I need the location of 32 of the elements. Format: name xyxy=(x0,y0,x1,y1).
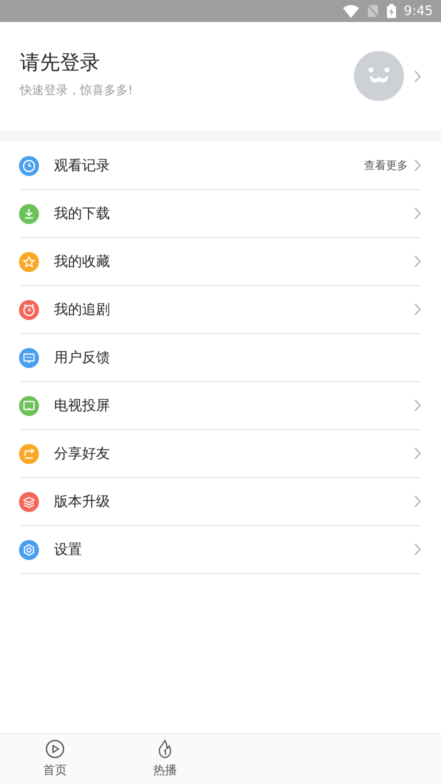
menu-label: 电视投屏 xyxy=(54,396,111,414)
wifi-icon xyxy=(342,4,359,18)
menu-item[interactable]: 我的收藏 xyxy=(20,238,421,286)
menu-item[interactable]: 版本升级 xyxy=(20,478,421,526)
menu-item[interactable]: 我的追剧 xyxy=(20,286,421,334)
menu-item[interactable]: 用户反馈 xyxy=(20,334,421,382)
avatar[interactable] xyxy=(354,51,404,101)
login-title[interactable]: 请先登录 xyxy=(20,49,354,76)
menu-item[interactable]: 电视投屏 xyxy=(20,382,421,430)
play-icon xyxy=(45,739,65,759)
battery-icon xyxy=(386,4,396,18)
login-subtitle: 快速登录，惊喜多多! xyxy=(20,82,134,99)
menu-label: 我的追剧 xyxy=(54,300,111,318)
status-time: 9:45 xyxy=(404,4,433,18)
menu-label: 我的下载 xyxy=(54,204,111,222)
no-sim-icon xyxy=(366,4,379,18)
tab-label: 首页 xyxy=(43,762,67,779)
tab-label: 热播 xyxy=(153,762,177,779)
menu-label: 我的收藏 xyxy=(54,252,111,270)
chevron-icon xyxy=(414,70,421,82)
view-more-link[interactable]: 查看更多 xyxy=(364,158,408,173)
menu-label: 分享好友 xyxy=(54,444,111,462)
menu-label: 设置 xyxy=(54,540,83,558)
tab[interactable]: 首页 xyxy=(0,734,110,784)
tab[interactable]: 热播 xyxy=(110,734,220,784)
menu-item[interactable]: 我的下载 xyxy=(20,190,421,238)
menu-label: 观看记录 xyxy=(54,156,111,174)
menu-item[interactable]: 分享好友 xyxy=(20,430,421,478)
menu-item[interactable]: 观看记录 查看更多 xyxy=(20,142,421,190)
menu-label: 版本升级 xyxy=(54,492,111,510)
menu-label: 用户反馈 xyxy=(54,348,111,366)
menu-item[interactable]: 设置 xyxy=(20,526,421,574)
